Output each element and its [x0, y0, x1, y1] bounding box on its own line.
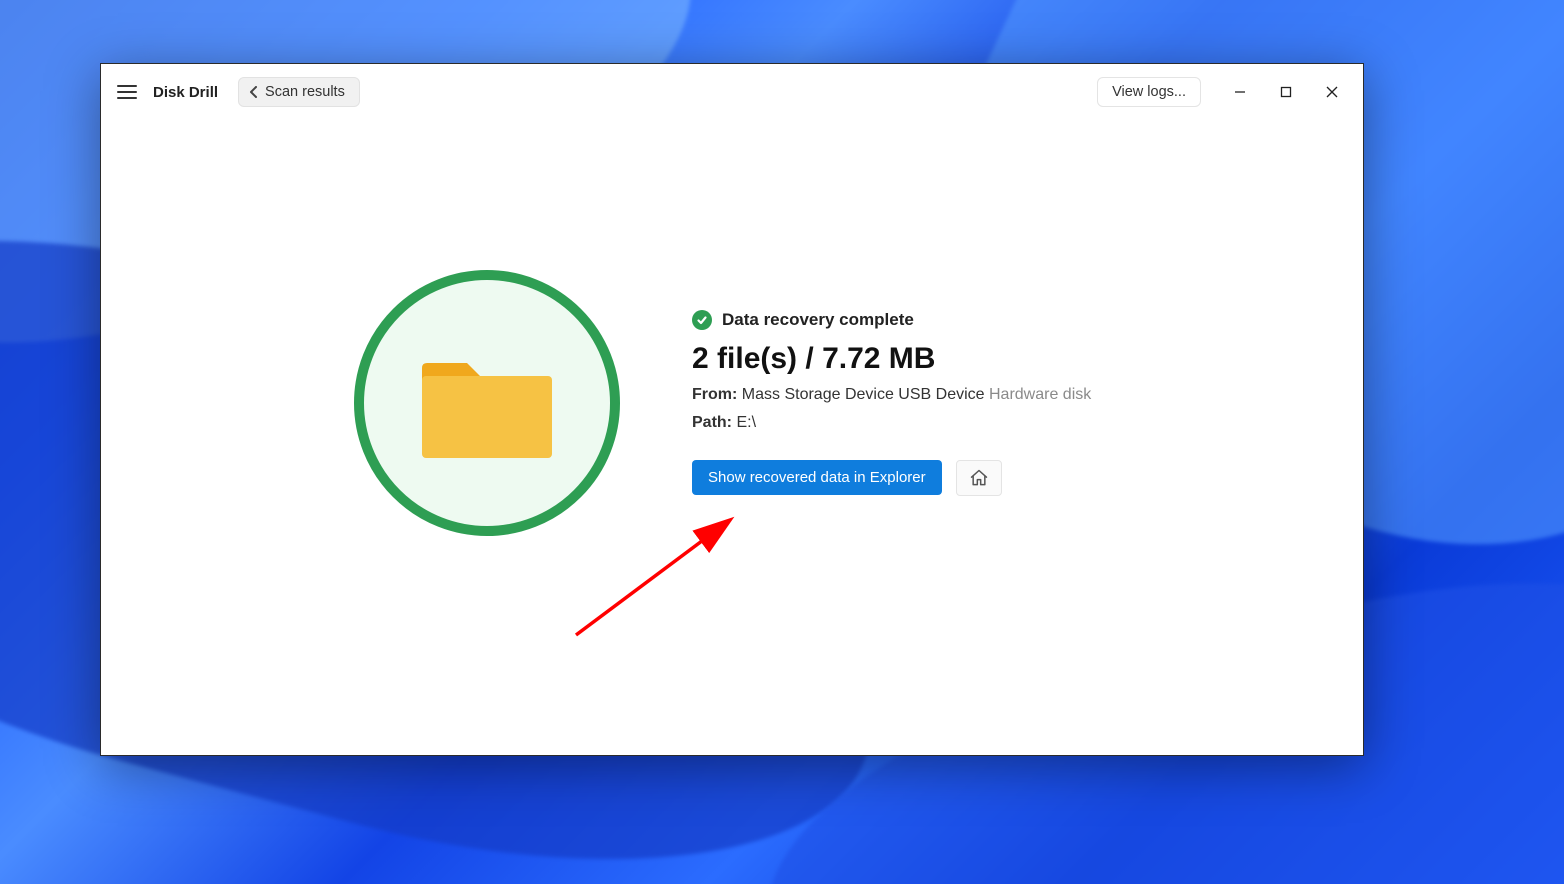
file-count: 2: [692, 342, 709, 375]
home-icon: [969, 468, 989, 488]
maximize-icon: [1280, 86, 1292, 98]
size-value: 7.72 MB: [822, 342, 935, 375]
app-title: Disk Drill: [153, 84, 218, 101]
result-headline: 2 file(s) / 7.72 MB: [692, 342, 1112, 376]
app-window: Disk Drill Scan results View logs...: [100, 63, 1364, 756]
window-controls: [1217, 76, 1355, 108]
path-value: E:\: [736, 414, 756, 431]
content-area: Data recovery complete 2 file(s) / 7.72 …: [101, 120, 1363, 755]
folder-icon: [352, 268, 622, 538]
status-row: Data recovery complete: [692, 310, 1112, 330]
show-in-explorer-button[interactable]: Show recovered data in Explorer: [692, 460, 942, 495]
recovery-result: Data recovery complete 2 file(s) / 7.72 …: [352, 268, 1112, 538]
home-button[interactable]: [956, 460, 1002, 496]
from-suffix: Hardware disk: [989, 386, 1091, 403]
from-row: From: Mass Storage Device USB Device Har…: [692, 386, 1112, 404]
recovery-info: Data recovery complete 2 file(s) / 7.72 …: [692, 310, 1112, 496]
check-icon: [692, 310, 712, 330]
view-logs-button[interactable]: View logs...: [1097, 77, 1201, 107]
status-text: Data recovery complete: [722, 310, 914, 330]
back-scan-results-button[interactable]: Scan results: [238, 77, 360, 107]
from-value: Mass Storage Device USB Device: [742, 386, 985, 403]
minimize-button[interactable]: [1217, 76, 1263, 108]
back-label: Scan results: [265, 84, 345, 100]
file-unit: file(s): [717, 342, 797, 375]
minimize-icon: [1234, 86, 1246, 98]
path-row: Path: E:\: [692, 414, 1112, 432]
from-label: From:: [692, 386, 737, 403]
maximize-button[interactable]: [1263, 76, 1309, 108]
chevron-left-icon: [249, 86, 259, 98]
menu-icon[interactable]: [113, 78, 141, 106]
titlebar: Disk Drill Scan results View logs...: [101, 64, 1363, 120]
view-logs-label: View logs...: [1112, 84, 1186, 100]
path-label: Path:: [692, 414, 732, 431]
close-icon: [1326, 86, 1338, 98]
actions-row: Show recovered data in Explorer: [692, 460, 1112, 496]
divider-slash: /: [805, 342, 822, 375]
close-button[interactable]: [1309, 76, 1355, 108]
success-folder-badge: [352, 268, 622, 538]
